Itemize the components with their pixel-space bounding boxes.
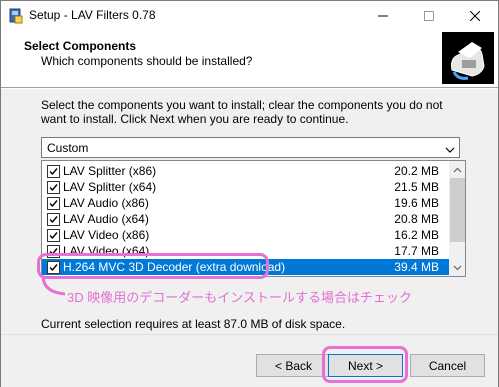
checkmark-icon [49,184,58,192]
list-scrollbar[interactable] [449,161,465,276]
setup-app-icon [9,8,23,24]
checkmark-icon [49,232,58,240]
disk-space-requirement: Current selection requires at least 87.0… [41,317,346,331]
component-row[interactable]: LAV Audio (x64) 20.8 MB [42,211,449,227]
checkmark-icon [49,216,58,224]
minimize-icon [378,15,388,16]
chevron-down-icon [445,143,455,157]
component-checkbox[interactable] [47,213,60,226]
component-size: 19.6 MB [394,196,439,210]
window-title: Setup - LAV Filters 0.78 [29,8,156,22]
component-row[interactable]: LAV Video (x86) 16.2 MB [42,227,449,243]
next-highlight-box [322,346,408,383]
component-label: LAV Audio (x86) [63,196,149,210]
cancel-button[interactable]: Cancel [410,354,485,377]
close-icon [470,10,480,21]
component-size: 21.5 MB [394,180,439,194]
title-bar: Setup - LAV Filters 0.78 [1,1,498,30]
back-button[interactable]: < Back [256,354,331,377]
checkmark-icon [49,168,58,176]
annotation-highlight-box [37,253,269,279]
setup-type-value: Custom [47,141,89,155]
scroll-down-button[interactable] [449,259,465,276]
chevron-up-icon [453,167,462,172]
component-size: 16.2 MB [394,228,439,242]
component-label: LAV Splitter (x64) [63,180,157,194]
scroll-thumb[interactable] [450,178,465,242]
component-label: LAV Splitter (x86) [63,164,157,178]
wizard-header: Select Components Which components shoul… [1,30,498,88]
component-size: 20.2 MB [394,164,439,178]
component-checkbox[interactable] [47,197,60,210]
annotation-text: 3D 映像用のデコーダーもインストールする場合はチェック [67,290,412,305]
scroll-up-button[interactable] [449,161,465,178]
checkmark-icon [49,200,58,208]
setup-window: Setup - LAV Filters 0.78 Select Componen… [0,0,499,387]
component-row[interactable]: LAV Splitter (x64) 21.5 MB [42,179,449,195]
setup-type-dropdown[interactable]: Custom [41,137,460,158]
wizard-image-icon [442,32,494,84]
component-size: 17.7 MB [394,244,439,258]
maximize-button[interactable] [406,1,452,30]
component-checkbox[interactable] [47,229,60,242]
instructions-text: Select the components you want to instal… [41,98,443,126]
page-subtitle: Which components should be installed? [41,54,253,68]
component-label: LAV Audio (x64) [63,212,149,226]
component-size: 39.4 MB [394,260,439,274]
component-checkbox[interactable] [47,181,60,194]
component-checkbox[interactable] [47,165,60,178]
component-label: LAV Video (x86) [63,228,150,242]
page-title: Select Components [24,39,137,53]
component-size: 20.8 MB [394,212,439,226]
component-row[interactable]: LAV Audio (x86) 19.6 MB [42,195,449,211]
close-button[interactable] [452,1,498,30]
maximize-icon [424,10,434,21]
chevron-down-icon [453,265,462,270]
minimize-button[interactable] [360,1,406,30]
component-row[interactable]: LAV Splitter (x86) 20.2 MB [42,163,449,179]
